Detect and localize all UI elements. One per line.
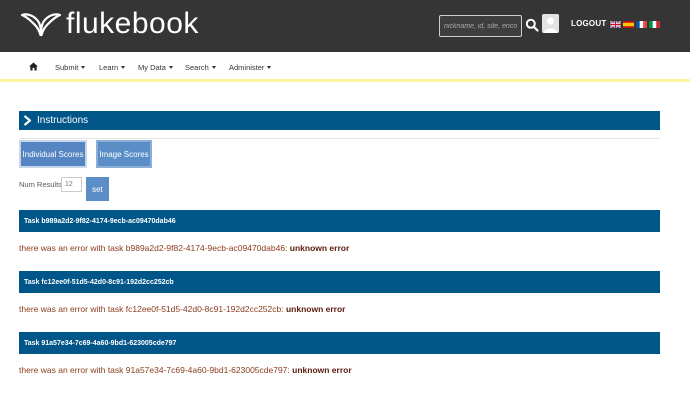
- set-button[interactable]: set: [86, 177, 109, 201]
- divider: [19, 138, 660, 139]
- logo-text: flukebook: [66, 7, 199, 40]
- task-error-text: there was an error with task 91a57e34-7c…: [19, 365, 293, 375]
- search-icon[interactable]: [525, 18, 539, 32]
- num-results-input[interactable]: [61, 177, 82, 192]
- chevron-right-icon: [23, 115, 32, 126]
- task-header: Task b989a2d2-9f82-4174-9ecb-ac09470dab4…: [19, 210, 660, 232]
- main-nav: Submit Learn My Data Search Administer: [0, 52, 690, 82]
- italy-flag-icon[interactable]: [649, 21, 660, 28]
- chevron-down-icon: [81, 66, 86, 69]
- logout-link[interactable]: LOGOUT: [571, 19, 606, 28]
- task-error-status: unknown error: [292, 365, 352, 375]
- instructions-toggle[interactable]: Instructions: [19, 111, 660, 130]
- nav-my-data[interactable]: My Data: [138, 63, 173, 72]
- uk-flag-icon[interactable]: [610, 21, 621, 28]
- logo[interactable]: flukebook: [20, 8, 199, 40]
- chevron-down-icon: [211, 66, 216, 69]
- nav-administer[interactable]: Administer: [229, 63, 272, 72]
- search-input[interactable]: [439, 15, 522, 37]
- task-error-status: unknown error: [289, 243, 350, 253]
- language-flags: [610, 21, 660, 28]
- nav-submit[interactable]: Submit: [55, 63, 86, 72]
- chevron-down-icon: [121, 66, 126, 69]
- whale-tail-icon: [20, 13, 62, 37]
- task-header: Task fc12ee0f-51d5-42d0-8c91-192d2cc252c…: [19, 271, 660, 293]
- nav-search[interactable]: Search: [185, 63, 216, 72]
- num-results-label: Num Results:: [19, 180, 65, 189]
- france-flag-icon[interactable]: [636, 21, 647, 28]
- nav-learn-label: Learn: [99, 63, 119, 72]
- nav-search-label: Search: [185, 63, 209, 72]
- task-error-message: there was an error with task b989a2d2-9f…: [19, 243, 349, 253]
- avatar[interactable]: [542, 14, 559, 33]
- chevron-down-icon: [168, 66, 173, 69]
- task-error-message: there was an error with task fc12ee0f-51…: [19, 304, 345, 314]
- individual-scores-button[interactable]: Individual Scores: [19, 140, 87, 168]
- nav-my-data-label: My Data: [138, 63, 166, 72]
- nav-learn[interactable]: Learn: [99, 63, 126, 72]
- user-silhouette-icon: [542, 14, 559, 33]
- task-error-text: there was an error with task b989a2d2-9f…: [19, 243, 290, 253]
- nav-administer-label: Administer: [229, 63, 265, 72]
- top-header: flukebook LOGOUT: [0, 0, 690, 52]
- task-error-text: there was an error with task fc12ee0f-51…: [19, 304, 286, 314]
- instructions-label: Instructions: [37, 115, 89, 126]
- home-icon[interactable]: [29, 62, 38, 71]
- task-error-message: there was an error with task 91a57e34-7c…: [19, 365, 352, 375]
- task-error-status: unknown error: [285, 304, 346, 314]
- nav-submit-label: Submit: [55, 63, 79, 72]
- spain-flag-icon[interactable]: [623, 21, 634, 28]
- chevron-down-icon: [267, 66, 272, 69]
- image-scores-button[interactable]: Image Scores: [96, 140, 152, 168]
- task-header: Task 91a57e34-7c69-4a60-9bd1-623005cde79…: [19, 332, 660, 354]
